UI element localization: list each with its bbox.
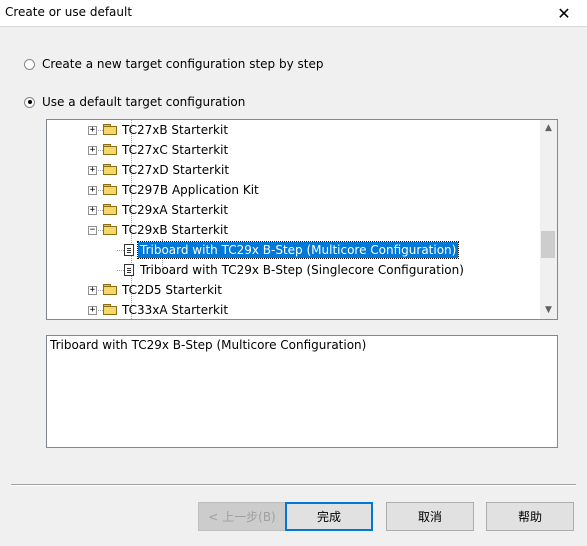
help-button[interactable]: 帮助 — [486, 502, 574, 531]
collapse-icon[interactable]: − — [88, 226, 97, 235]
folder-icon — [103, 224, 117, 235]
tree-item-label: TC27xD Starterkit — [122, 163, 230, 177]
close-button[interactable]: ✕ — [541, 0, 587, 26]
folder-icon — [103, 124, 117, 135]
tree-item[interactable]: + TC27xC Starterkit — [47, 140, 541, 160]
tree-scrollbar[interactable]: ▲ ▼ — [540, 120, 557, 319]
description-box: Triboard with TC29x B-Step (Multicore Co… — [46, 335, 558, 448]
back-button[interactable]: < 上一步(B) — [198, 502, 286, 531]
tree-item-label: TC29xA Starterkit — [122, 203, 229, 217]
cancel-button[interactable]: 取消 — [386, 502, 474, 531]
scroll-thumb[interactable] — [541, 231, 555, 258]
radio-step-by-step[interactable] — [24, 58, 35, 70]
tree-item-label: Triboard with TC29x B-Step (Singlecore C… — [140, 263, 464, 277]
folder-icon — [103, 284, 117, 295]
tree-item[interactable]: Triboard with TC29x B-Step (Multicore Co… — [47, 240, 541, 260]
close-icon: ✕ — [557, 3, 571, 23]
radio-use-default[interactable] — [24, 96, 35, 108]
expand-icon[interactable]: + — [88, 126, 97, 135]
bottom-separator — [11, 484, 576, 486]
folder-icon — [103, 304, 117, 315]
description-text: Triboard with TC29x B-Step (Multicore Co… — [50, 338, 367, 352]
tree-item[interactable]: + TC2D5 Starterkit — [47, 280, 541, 300]
expand-icon[interactable]: + — [88, 286, 97, 295]
tree-item[interactable]: + TC27xB Starterkit — [47, 120, 541, 140]
tree-item[interactable]: + TC297B Application Kit — [47, 180, 541, 200]
expand-icon[interactable]: + — [88, 146, 97, 155]
tree-item-label: TC27xC Starterkit — [122, 143, 229, 157]
expand-icon[interactable]: + — [88, 206, 97, 215]
expand-icon[interactable]: + — [88, 306, 97, 315]
tree-item-label: Triboard with TC29x B-Step (Multicore Co… — [136, 241, 460, 259]
tree-item[interactable]: Triboard with TC29x B-Step (Singlecore C… — [47, 260, 541, 280]
tree-view: + TC27xB Starterkit + TC27xC Starterkit + TC2… — [47, 120, 541, 319]
expand-icon[interactable]: + — [88, 186, 97, 195]
tree-item[interactable]: + TC27xD Starterkit — [47, 160, 541, 180]
scroll-up-icon[interactable]: ▲ — [540, 120, 557, 137]
tree-item-label: TC297B Application Kit — [122, 183, 259, 197]
scroll-down-icon[interactable]: ▼ — [540, 302, 557, 319]
tree-item[interactable]: + TC33xA Starterkit — [47, 300, 541, 319]
create-or-use-default-dialog: Create or use default ✕ Create a new tar… — [0, 0, 587, 546]
folder-icon — [103, 164, 117, 175]
tree-connector-line — [117, 250, 124, 251]
expand-icon[interactable]: + — [88, 166, 97, 175]
title-bar: Create or use default ✕ — [0, 0, 587, 26]
tree-item-label: TC33xA Starterkit — [122, 303, 229, 317]
option-step-by-step-label: Create a new target configuration step b… — [42, 57, 324, 71]
tree-item[interactable]: + TC29xA Starterkit — [47, 200, 541, 220]
tree-item-label: TC2D5 Starterkit — [122, 283, 222, 297]
title-separator — [0, 26, 587, 27]
folder-icon — [103, 204, 117, 215]
tree-item[interactable]: − TC29xB Starterkit — [47, 220, 541, 240]
finish-button[interactable]: 完成 — [285, 502, 373, 531]
tree-item-label: TC27xB Starterkit — [122, 123, 229, 137]
folder-icon — [103, 184, 117, 195]
document-icon — [124, 244, 134, 256]
option-use-default[interactable]: Use a default target configuration — [24, 95, 245, 109]
target-configuration-tree[interactable]: + TC27xB Starterkit + TC27xC Starterkit + TC2… — [46, 119, 558, 320]
option-step-by-step[interactable]: Create a new target configuration step b… — [24, 57, 323, 71]
folder-icon — [103, 144, 117, 155]
tree-item-label: TC29xB Starterkit — [122, 223, 229, 237]
document-icon — [124, 264, 134, 276]
window-title: Create or use default — [5, 5, 133, 19]
tree-connector-line — [117, 270, 124, 271]
option-use-default-label: Use a default target configuration — [42, 95, 246, 109]
